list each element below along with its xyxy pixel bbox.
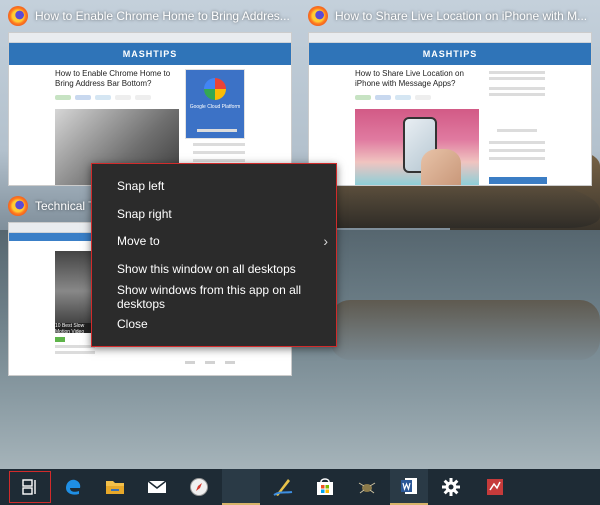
edge-icon xyxy=(66,479,81,495)
article-headline: 10 Best Slow Motion Video Apps for Andro… xyxy=(55,323,95,341)
red-app-icon xyxy=(487,479,503,495)
window-title-bar: How to Enable Chrome Home to Bring Addre… xyxy=(0,0,300,32)
taskbar-firefox[interactable] xyxy=(222,469,260,505)
menu-item-snap-left[interactable]: Snap left xyxy=(92,173,336,199)
taskbar-store[interactable] xyxy=(306,469,344,505)
window-preview: MASHTIPS How to Share Live Location on i… xyxy=(308,32,592,186)
menu-item-label: Snap right xyxy=(117,207,172,221)
taskbar-mail[interactable] xyxy=(138,469,176,505)
taskbar-browser-compass[interactable] xyxy=(180,469,218,505)
pen-app-icon xyxy=(273,479,293,496)
article-image xyxy=(55,251,95,331)
window-title-bar: Technical Tip xyxy=(0,190,92,222)
taskbar-word[interactable] xyxy=(390,469,428,505)
taskbar-bug-app[interactable] xyxy=(348,469,386,505)
window-title: Technical Tip xyxy=(35,199,92,213)
menu-item-show-window-all-desktops[interactable]: Show this window on all desktops xyxy=(92,256,336,282)
firefox-icon xyxy=(231,476,251,496)
site-header: MASHTIPS xyxy=(309,43,591,65)
article-image xyxy=(355,109,479,185)
window-title-bar: How to Share Live Location on iPhone wit… xyxy=(300,0,600,32)
settings-gear-icon xyxy=(442,478,460,496)
menu-item-label: Move to xyxy=(117,234,160,248)
chevron-right-icon: › xyxy=(323,233,328,249)
store-icon xyxy=(317,478,333,495)
site-header: MASHTIPS xyxy=(9,43,291,65)
task-view-button[interactable] xyxy=(9,471,51,503)
taskbar-edge[interactable] xyxy=(54,469,92,505)
taskbar-file-explorer[interactable] xyxy=(96,469,134,505)
window-thumbnail-1[interactable]: How to Enable Chrome Home to Bring Addre… xyxy=(0,0,300,186)
mail-icon xyxy=(147,480,167,493)
menu-item-label: Show this window on all desktops xyxy=(117,262,296,276)
window-title: How to Enable Chrome Home to Bring Addre… xyxy=(35,9,290,23)
menu-item-move-to[interactable]: Move to › xyxy=(92,228,336,254)
menu-item-label: Close xyxy=(117,317,148,331)
ad-label: Google Cloud Platform xyxy=(189,104,241,110)
window-title: How to Share Live Location on iPhone wit… xyxy=(335,9,588,23)
firefox-icon xyxy=(8,6,28,26)
taskbar-red-app[interactable] xyxy=(476,469,514,505)
window-context-menu: Snap left Snap right Move to › Show this… xyxy=(91,163,337,347)
task-view-icon xyxy=(22,479,36,495)
article-headline: How to Enable Chrome Home to Bring Addre… xyxy=(55,69,171,88)
menu-item-label: Show windows from this app on all deskto… xyxy=(117,283,302,311)
taskbar-settings[interactable] xyxy=(432,469,470,505)
window-thumbnail-2[interactable]: How to Share Live Location on iPhone wit… xyxy=(300,0,600,186)
taskbar-pen-app[interactable] xyxy=(264,469,302,505)
site-logo: MASHTIPS xyxy=(122,49,178,59)
site-logo: MASHTIPS xyxy=(422,49,478,59)
safari-compass-icon xyxy=(190,478,208,496)
firefox-icon xyxy=(308,6,328,26)
word-icon xyxy=(401,478,417,494)
file-explorer-icon xyxy=(106,481,124,494)
menu-item-snap-right[interactable]: Snap right xyxy=(92,201,336,227)
article-headline: How to Share Live Location on iPhone wit… xyxy=(355,69,464,88)
menu-item-label: Snap left xyxy=(117,179,165,193)
menu-item-close[interactable]: Close xyxy=(92,311,336,337)
menu-item-show-app-windows-all-desktops[interactable]: Show windows from this app on all deskto… xyxy=(92,283,336,311)
bug-app-icon xyxy=(358,482,376,494)
wallpaper-reflection xyxy=(330,300,600,360)
taskbar xyxy=(0,469,600,505)
firefox-icon xyxy=(8,196,28,216)
